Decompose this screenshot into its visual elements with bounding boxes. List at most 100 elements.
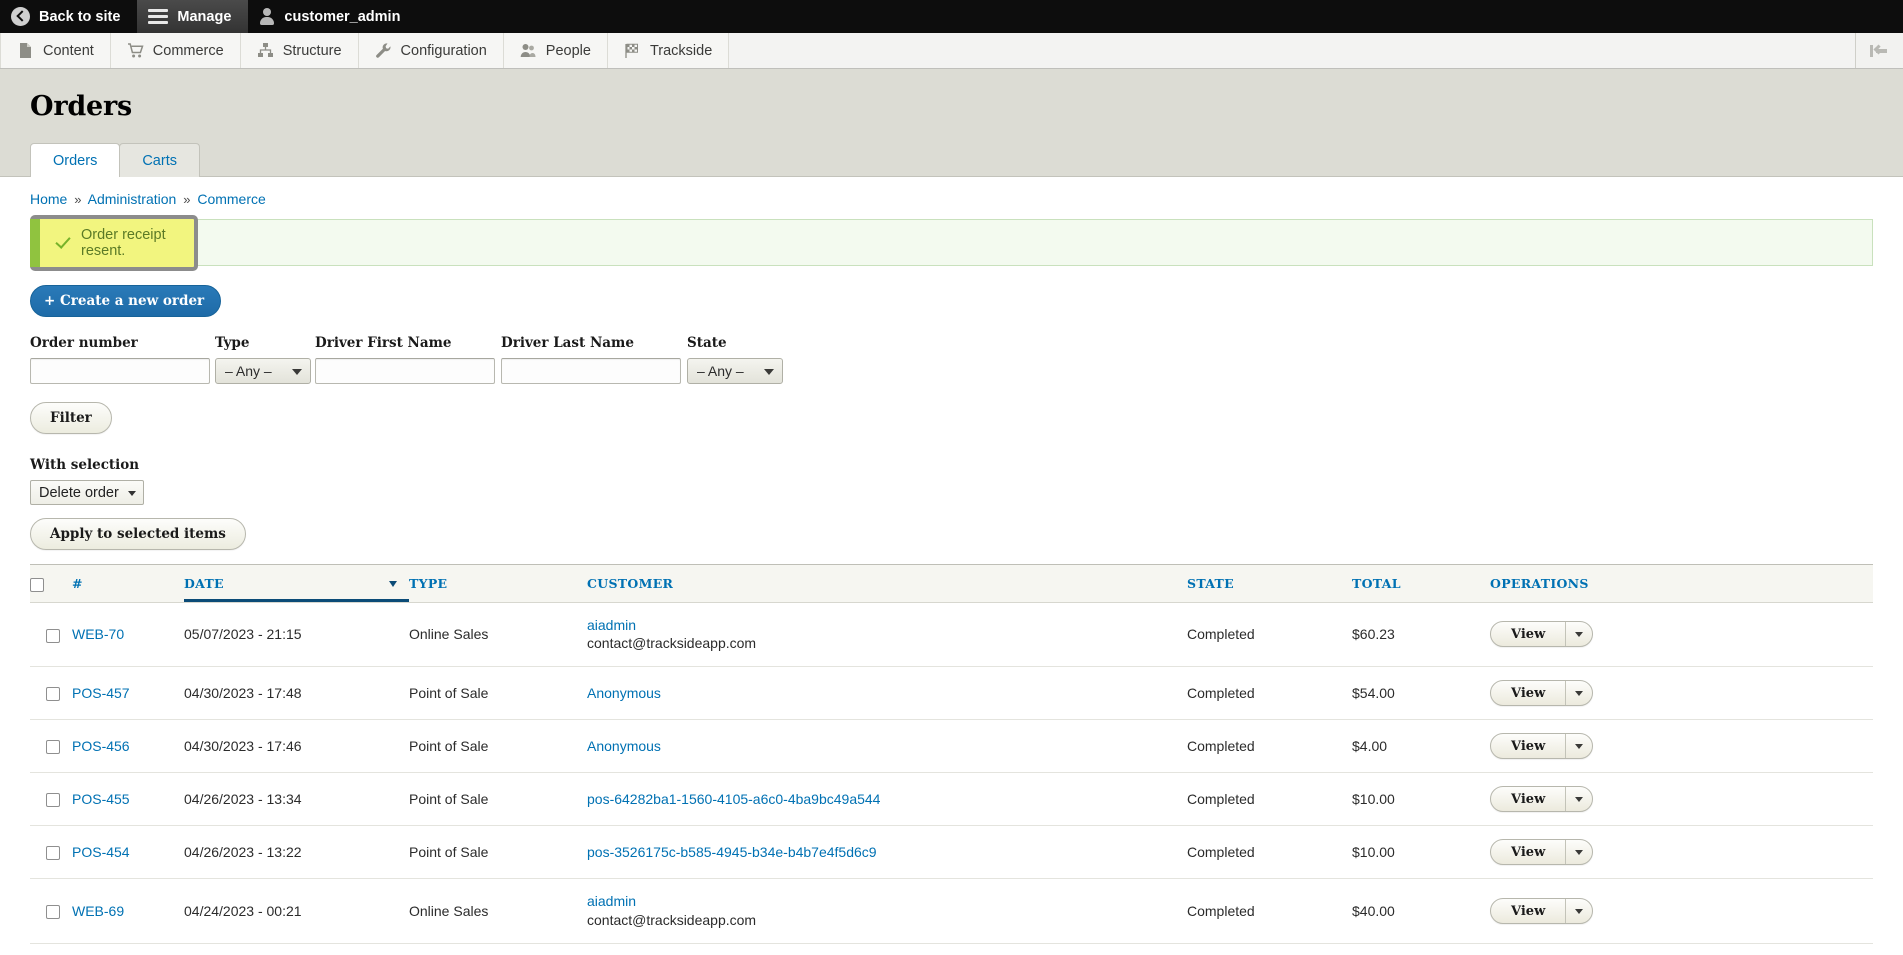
tab-carts-label: Carts <box>142 153 177 169</box>
filter-submit-button[interactable]: Filter <box>30 402 112 434</box>
apply-to-selected-items-button[interactable]: Apply to selected items <box>30 518 246 550</box>
state-select[interactable]: – Any – <box>687 358 783 384</box>
create-new-order-button[interactable]: + Create a new order <box>30 285 222 317</box>
order-total-cell: $10.00 <box>1352 772 1490 827</box>
column-header-number-link[interactable]: # <box>72 576 83 591</box>
order-date-cell: 04/30/2023 - 17:46 <box>184 719 409 774</box>
order-number-link[interactable]: POS-454 <box>72 844 130 860</box>
cart-icon <box>127 42 144 59</box>
order-number-link[interactable]: WEB-70 <box>72 626 124 642</box>
page-header: Orders Orders Carts <box>0 69 1903 177</box>
order-total-cell: $10.00 <box>1352 825 1490 880</box>
menu-item-commerce[interactable]: Commerce <box>110 33 241 68</box>
breadcrumb-item-home[interactable]: Home <box>30 191 67 207</box>
breadcrumb-item-administration[interactable]: Administration <box>88 191 177 207</box>
operations-dropdown-toggle[interactable] <box>1565 787 1592 812</box>
view-order-button[interactable]: View <box>1491 681 1565 705</box>
sort-descending-icon <box>389 580 397 587</box>
view-order-button[interactable]: View <box>1491 734 1565 758</box>
view-order-button[interactable]: View <box>1491 899 1565 923</box>
status-message-highlight: Order receipt resent. <box>30 215 198 271</box>
row-select-checkbox[interactable] <box>46 905 60 920</box>
menu-item-people-label: People <box>545 42 591 59</box>
column-header-total-link[interactable]: TOTAL <box>1352 576 1401 591</box>
column-header-state[interactable]: STATE <box>1187 564 1352 603</box>
column-header-date-link[interactable]: DATE <box>184 576 224 591</box>
row-select-checkbox[interactable] <box>46 793 60 808</box>
menu-item-structure[interactable]: Structure <box>240 33 359 68</box>
order-number-input[interactable] <box>30 358 210 384</box>
order-number-link[interactable]: POS-455 <box>72 791 130 807</box>
column-header-state-link[interactable]: STATE <box>1187 576 1234 591</box>
order-date-cell: 04/21/2023 - 10:46 <box>184 943 409 955</box>
column-header-customer: CUSTOMER <box>587 564 1187 603</box>
user-account-tab[interactable]: customer_admin <box>248 0 417 33</box>
type-select[interactable]: – Any – <box>215 358 311 384</box>
menu-item-configuration[interactable]: Configuration <box>358 33 504 68</box>
tab-carts[interactable]: Carts <box>119 143 200 177</box>
order-number-link[interactable]: POS-457 <box>72 685 130 701</box>
view-order-button[interactable]: View <box>1491 787 1565 811</box>
manage-tab[interactable]: Manage <box>137 0 249 33</box>
back-to-site-label: Back to site <box>39 8 121 25</box>
menu-item-commerce-label: Commerce <box>152 42 224 59</box>
tab-orders[interactable]: Orders <box>30 143 121 177</box>
column-header-type[interactable]: TYPE <box>409 564 587 603</box>
column-header-type-link[interactable]: TYPE <box>409 576 447 591</box>
column-header-total[interactable]: TOTAL <box>1352 564 1490 603</box>
chevron-down-icon <box>1575 908 1584 914</box>
menu-item-structure-label: Structure <box>282 42 342 59</box>
check-icon <box>54 235 71 252</box>
column-header-number[interactable]: # <box>72 564 184 603</box>
filter-type-group: Type – Any – <box>215 335 315 384</box>
operations-dropbutton: View <box>1490 898 1594 925</box>
row-select-cell <box>30 943 72 955</box>
customer-link[interactable]: pos-3526175c-b585-4945-b34e-b4b7e4f5d6c9 <box>587 843 1187 862</box>
driver-last-name-input[interactable] <box>501 358 681 384</box>
table-row: POS-45104/21/2023 - 10:46Point of Salepo… <box>30 943 1873 955</box>
order-operations-cell: View <box>1490 666 1873 721</box>
order-state-cell: Completed <box>1187 666 1352 721</box>
order-number-link[interactable]: WEB-69 <box>72 903 124 919</box>
customer-link[interactable]: pos-64282ba1-1560-4105-a6c0-4ba9bc49a544 <box>587 790 1187 809</box>
view-order-button[interactable]: View <box>1491 840 1565 864</box>
orientation-toggle-button[interactable] <box>1855 33 1903 68</box>
row-select-checkbox[interactable] <box>46 846 60 861</box>
operations-dropdown-toggle[interactable] <box>1565 734 1592 759</box>
select-all-checkbox[interactable] <box>30 577 44 592</box>
breadcrumb-separator: » <box>183 192 191 207</box>
chevron-down-icon <box>1575 631 1584 637</box>
vertical-orientation-icon <box>1869 44 1890 57</box>
view-order-button[interactable]: View <box>1491 622 1565 646</box>
row-select-checkbox[interactable] <box>46 740 60 755</box>
row-select-checkbox[interactable] <box>46 628 60 643</box>
filter-driver-first-name-label: Driver First Name <box>315 335 452 351</box>
customer-link[interactable]: Anonymous <box>587 737 1187 756</box>
menu-tray-spacer <box>729 33 1855 68</box>
filter-state-group: State – Any – <box>687 335 783 384</box>
operations-dropdown-toggle[interactable] <box>1565 899 1592 924</box>
order-number-link[interactable]: POS-456 <box>72 738 130 754</box>
customer-link[interactable]: aiadmin <box>587 892 1187 911</box>
column-header-date[interactable]: DATE <box>184 564 409 603</box>
back-to-site-button[interactable]: Back to site <box>0 0 137 33</box>
wrench-icon <box>375 42 392 59</box>
main-content: Home » Administration » Commerce Order r… <box>0 177 1903 955</box>
order-customer-cell: Anonymous <box>587 666 1187 721</box>
breadcrumb-item-commerce[interactable]: Commerce <box>197 191 265 207</box>
menu-item-content[interactable]: Content <box>0 33 111 68</box>
customer-link[interactable]: Anonymous <box>587 684 1187 703</box>
filter-state-label: State <box>687 335 727 351</box>
operations-dropdown-toggle[interactable] <box>1565 840 1592 865</box>
row-select-cell <box>30 772 72 827</box>
operations-dropdown-toggle[interactable] <box>1565 681 1592 706</box>
operations-dropdown-toggle[interactable] <box>1565 622 1592 647</box>
customer-link[interactable]: aiadmin <box>587 616 1187 635</box>
bulk-action-select[interactable]: Delete order <box>30 480 144 505</box>
row-select-checkbox[interactable] <box>46 687 60 702</box>
menu-item-trackside[interactable]: Trackside <box>607 33 730 68</box>
row-select-cell <box>30 825 72 880</box>
menu-item-people[interactable]: People <box>503 33 608 68</box>
driver-first-name-input[interactable] <box>315 358 495 384</box>
bulk-action-label: With selection <box>30 457 140 473</box>
